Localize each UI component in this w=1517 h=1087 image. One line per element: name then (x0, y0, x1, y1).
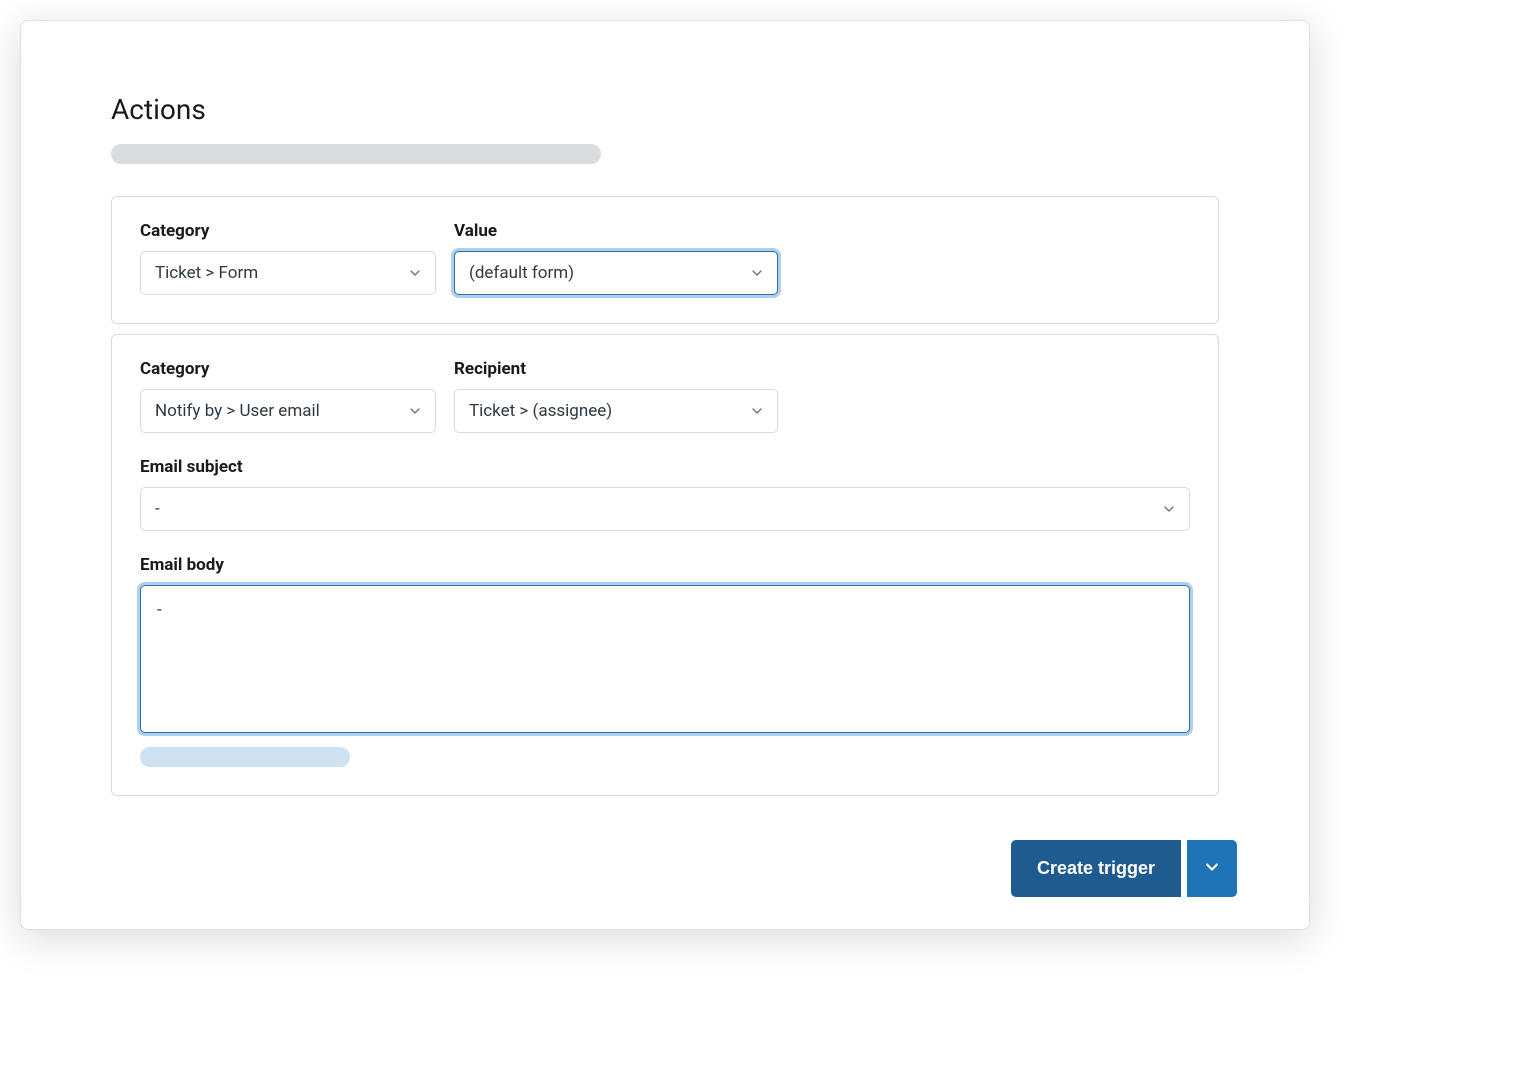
email-subject-select[interactable]: - (140, 487, 1190, 531)
category-select[interactable]: Ticket > Form (140, 251, 436, 295)
category-select-value: Ticket > Form (155, 263, 258, 283)
category-label: Category (140, 359, 436, 379)
chevron-down-icon (749, 403, 765, 419)
recipient-label: Recipient (454, 359, 778, 379)
action-card-2: Category Notify by > User email Recipien… (111, 334, 1219, 796)
chevron-down-icon (407, 403, 423, 419)
footer-actions: Create trigger (1011, 840, 1237, 897)
recipient-field: Recipient Ticket > (assignee) (454, 359, 778, 433)
category-select-value: Notify by > User email (155, 401, 320, 421)
email-body-label: Email body (140, 555, 1190, 575)
create-trigger-button[interactable]: Create trigger (1011, 840, 1181, 897)
recipient-select-value: Ticket > (assignee) (469, 401, 612, 421)
value-field: Value (default form) (454, 221, 778, 295)
value-select-value: (default form) (469, 263, 574, 283)
email-subject-field: Email subject - (140, 457, 1190, 531)
category-select[interactable]: Notify by > User email (140, 389, 436, 433)
recipient-select[interactable]: Ticket > (assignee) (454, 389, 778, 433)
email-subject-label: Email subject (140, 457, 1190, 477)
value-select[interactable]: (default form) (454, 251, 778, 295)
chevron-down-icon (749, 265, 765, 281)
chevron-down-icon (1161, 501, 1177, 517)
email-body-textarea[interactable] (140, 585, 1190, 733)
chevron-down-icon (1202, 857, 1222, 880)
subtitle-skeleton (111, 144, 601, 164)
action-card-1: Category Ticket > Form Value (default fo… (111, 196, 1219, 324)
category-field: Category Notify by > User email (140, 359, 436, 433)
email-body-field: Email body (140, 555, 1190, 733)
email-subject-value: - (155, 499, 160, 519)
category-label: Category (140, 221, 436, 241)
value-label: Value (454, 221, 778, 241)
helper-skeleton (140, 747, 350, 767)
section-title: Actions (111, 93, 1219, 126)
actions-panel: Actions Category Ticket > Form Value (de… (20, 20, 1310, 930)
category-field: Category Ticket > Form (140, 221, 436, 295)
chevron-down-icon (407, 265, 423, 281)
create-trigger-split-button[interactable] (1187, 840, 1237, 897)
